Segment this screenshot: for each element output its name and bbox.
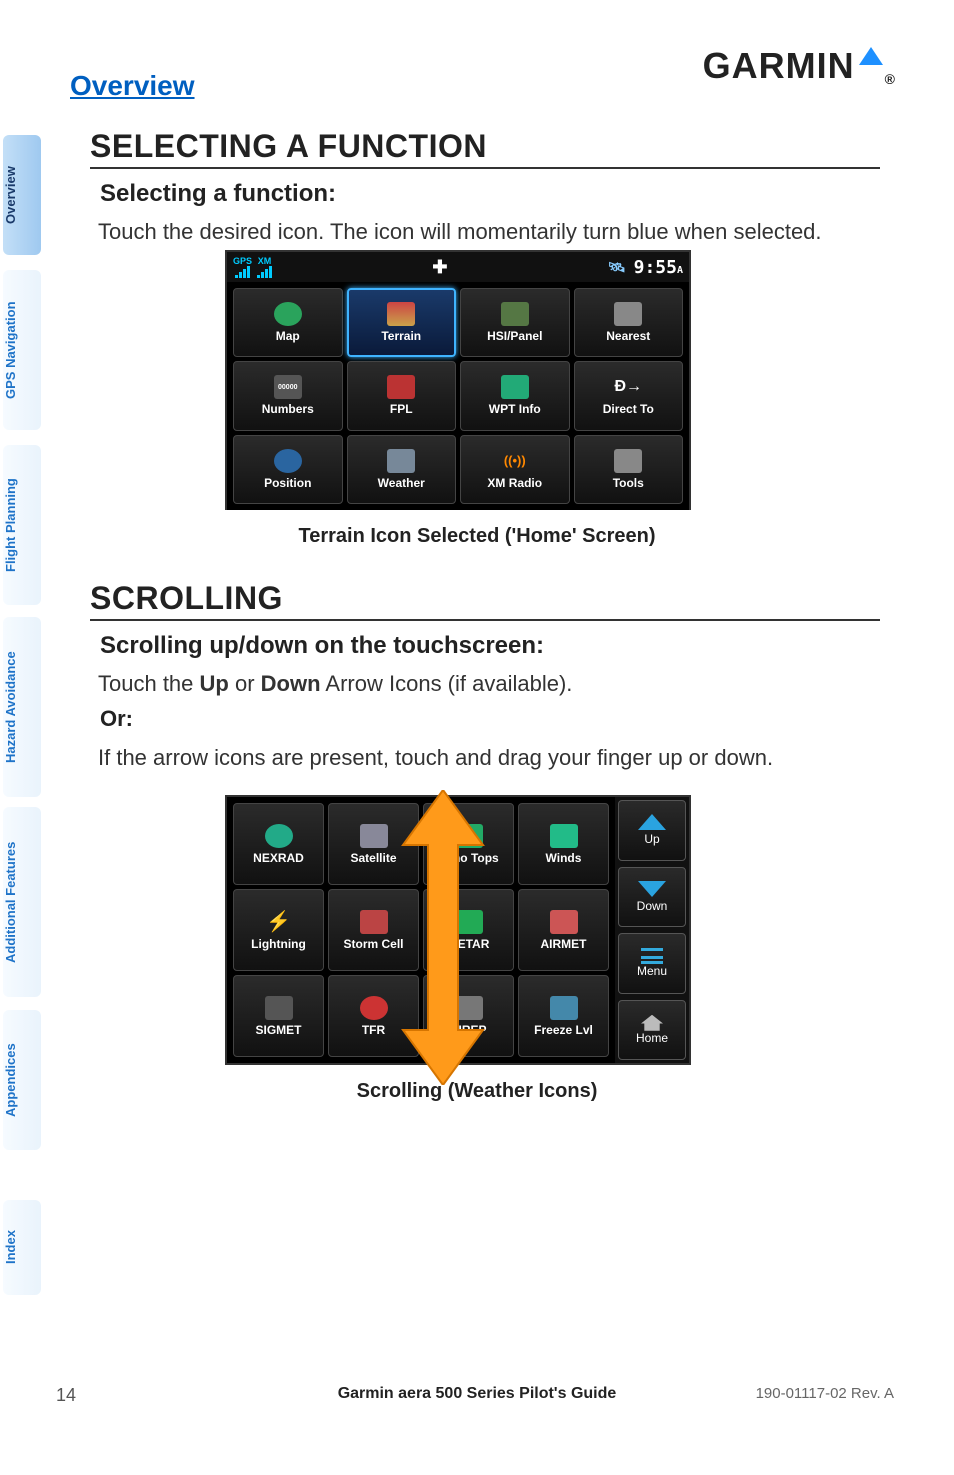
tab-additional-features[interactable]: Additional Features (3, 807, 41, 997)
home-icon-map[interactable]: Map (233, 288, 343, 357)
screenshot-weather-scroll: NEXRAD Satellite Echo Tops Winds ⚡Lightn… (225, 795, 691, 1065)
page-footer: 14 Garmin aera 500 Series Pilot's Guide … (0, 1385, 954, 1425)
xm-signal-icon: XM (257, 256, 272, 278)
wx-icon-storm-cell[interactable]: Storm Cell (328, 889, 419, 971)
wx-icon-nexrad[interactable]: NEXRAD (233, 803, 324, 885)
wx-icon-winds[interactable]: Winds (518, 803, 609, 885)
home-icon-hsi-panel[interactable]: HSI/Panel (460, 288, 570, 357)
menu-button[interactable]: Menu (618, 933, 686, 994)
gps-signal-icon: GPS (233, 256, 252, 278)
arrow-down-icon (638, 881, 666, 897)
wx-icon-freeze-lvl[interactable]: Freeze Lvl (518, 975, 609, 1057)
garmin-logo: GARMIN ® (703, 45, 896, 87)
heading-scrolling: SCROLLING (90, 580, 880, 621)
tab-index[interactable]: Index (3, 1200, 41, 1295)
home-icon-tools[interactable]: Tools (574, 435, 684, 504)
tab-hazard-avoidance[interactable]: Hazard Avoidance (3, 617, 41, 797)
home-icon-wpt-info[interactable]: WPT Info (460, 361, 570, 430)
home-icon-numbers[interactable]: 00000Numbers (233, 361, 343, 430)
body-scrolling-1: Touch the Up or Down Arrow Icons (if ava… (98, 670, 884, 699)
garmin-registered: ® (885, 71, 896, 87)
up-button[interactable]: Up (618, 800, 686, 861)
clock-time: 9:55A (634, 257, 683, 278)
or-label: Or: (100, 706, 133, 732)
footer-rev: 190-01117-02 Rev. A (756, 1385, 894, 1402)
wx-icon-sigmet[interactable]: SIGMET (233, 975, 324, 1057)
wx-icon-pirep[interactable]: PIREP (423, 975, 514, 1057)
tab-gps-navigation[interactable]: GPS Navigation (3, 270, 41, 430)
sidebar-tabs: Overview GPS Navigation Flight Planning … (0, 0, 46, 1475)
home-icon (641, 1015, 663, 1031)
wx-icon-satellite[interactable]: Satellite (328, 803, 419, 885)
subheading-selecting-function: Selecting a function: (100, 180, 336, 208)
wx-icon-airmet[interactable]: AIRMET (518, 889, 609, 971)
down-button[interactable]: Down (618, 867, 686, 928)
caption-weather-scroll: Scrolling (Weather Icons) (0, 1080, 954, 1103)
heading-selecting-function: SELECTING A FUNCTION (90, 128, 880, 169)
satellite-status-icon: 🛰 (608, 259, 626, 276)
garmin-logo-text: GARMIN (703, 45, 855, 87)
home-icon-nearest[interactable]: Nearest (574, 288, 684, 357)
wx-icon-metar[interactable]: METAR (423, 889, 514, 971)
wx-icon-lightning[interactable]: ⚡Lightning (233, 889, 324, 971)
home-icon-direct-to[interactable]: Ð→Direct To (574, 361, 684, 430)
tab-overview[interactable]: Overview (3, 135, 41, 255)
subheading-scrolling: Scrolling up/down on the touchscreen: (100, 632, 544, 660)
home-icon-xm-radio[interactable]: ((•))XM Radio (460, 435, 570, 504)
status-center-icon: ✚ (272, 257, 608, 278)
home-button[interactable]: Home (618, 1000, 686, 1061)
home-icon-fpl[interactable]: FPL (347, 361, 457, 430)
body-scrolling-2: If the arrow icons are present, touch an… (98, 744, 884, 773)
wx-icon-tfr[interactable]: TFR (328, 975, 419, 1057)
garmin-triangle-icon (859, 47, 883, 65)
status-bar: GPS XM ✚ 🛰 9:55A (227, 252, 689, 282)
menu-icon (641, 948, 663, 964)
weather-icon-grid: NEXRAD Satellite Echo Tops Winds ⚡Lightn… (227, 797, 615, 1063)
home-icon-terrain[interactable]: Terrain (347, 288, 457, 357)
wx-icon-echo-tops[interactable]: Echo Tops (423, 803, 514, 885)
home-icon-position[interactable]: Position (233, 435, 343, 504)
home-icon-weather[interactable]: Weather (347, 435, 457, 504)
caption-home-screen: Terrain Icon Selected ('Home' Screen) (0, 525, 954, 548)
side-button-column: Up Down Menu Home (615, 797, 689, 1063)
section-header: Overview (70, 70, 195, 101)
body-selecting-function: Touch the desired icon. The icon will mo… (98, 218, 884, 247)
screenshot-home-screen: GPS XM ✚ 🛰 9:55A Map Terrain HSI/Panel N… (225, 250, 691, 510)
home-icon-grid: Map Terrain HSI/Panel Nearest 00000Numbe… (227, 282, 689, 510)
arrow-up-icon (638, 814, 666, 830)
